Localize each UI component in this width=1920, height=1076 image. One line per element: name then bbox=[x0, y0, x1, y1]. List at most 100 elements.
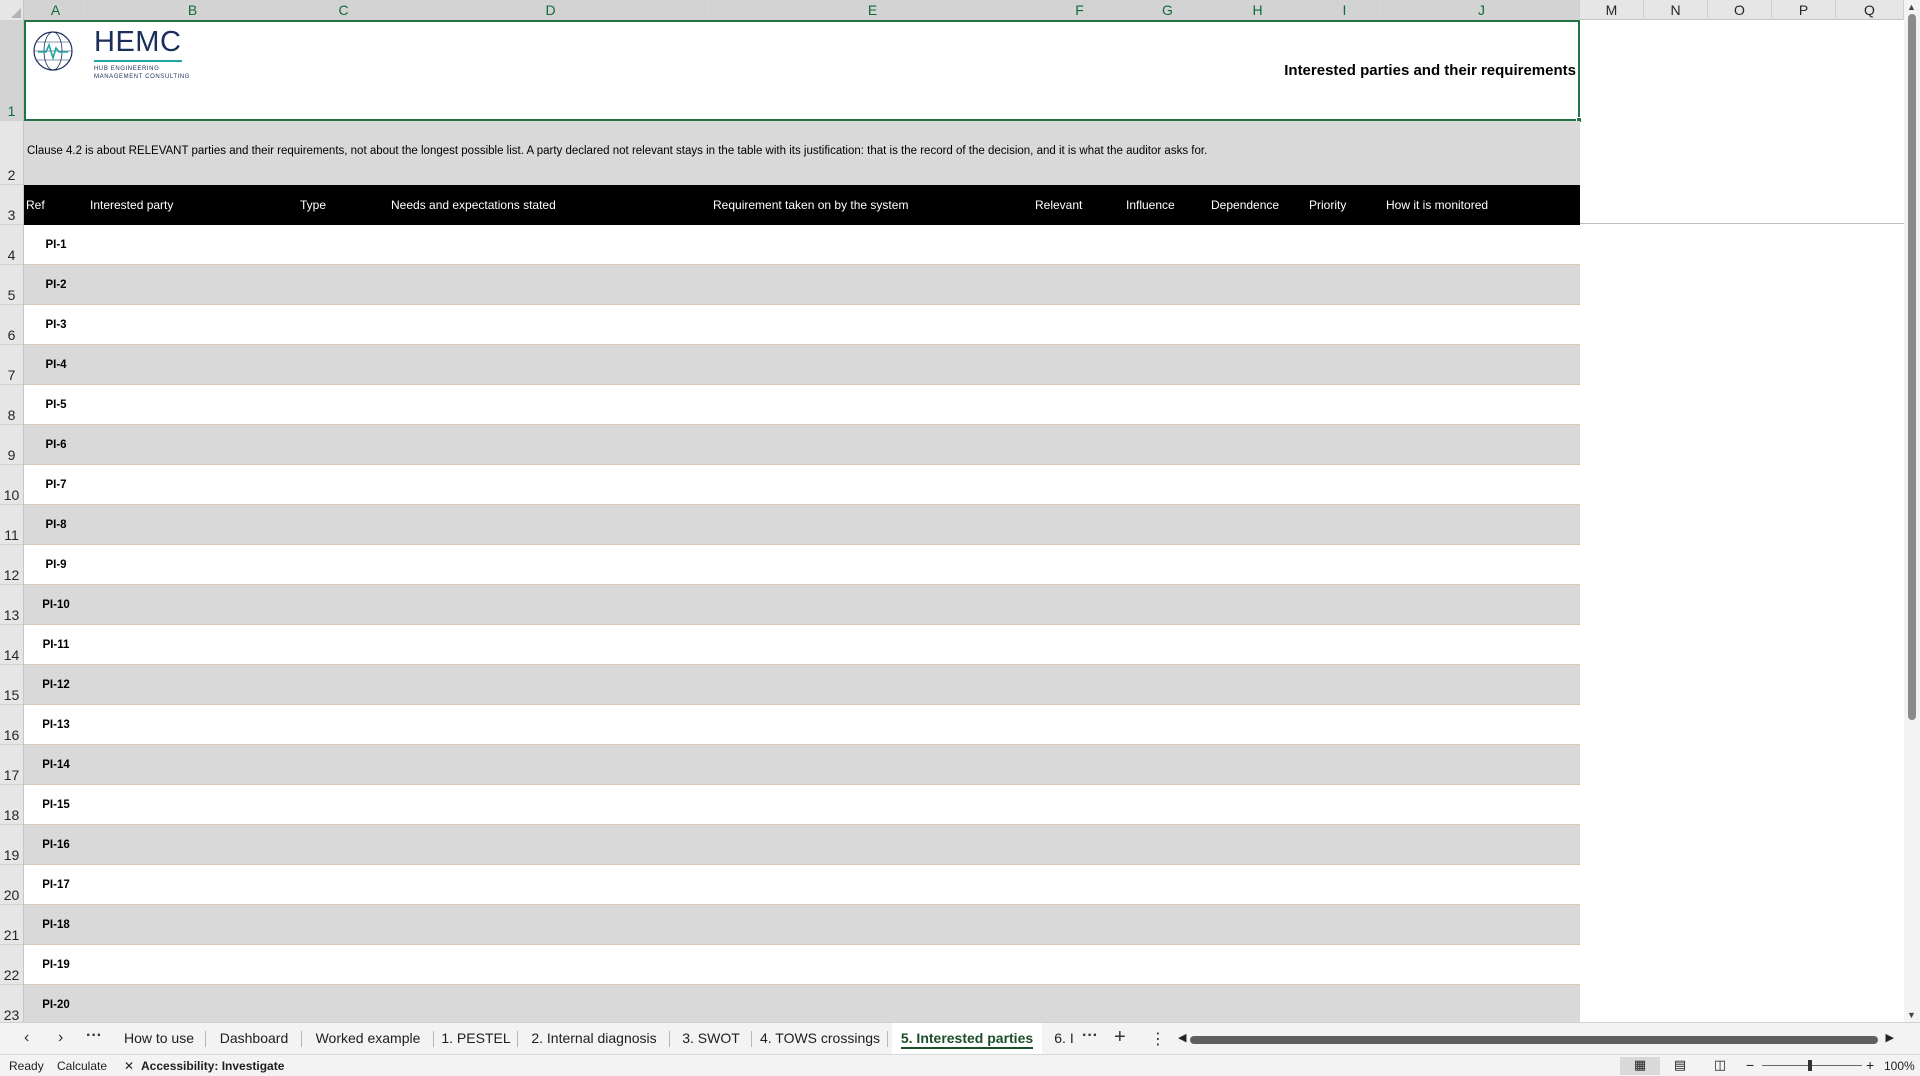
page-break-icon[interactable]: ◫ bbox=[1700, 1057, 1740, 1075]
title-cell-selected[interactable]: HEMC HUB ENGINEERING MANAGEMENT CONSULTI… bbox=[24, 20, 1582, 123]
table-row[interactable]: PI-3 bbox=[24, 305, 1580, 345]
row-header[interactable]: 5 bbox=[0, 265, 23, 305]
column-header-c[interactable]: C bbox=[298, 0, 390, 20]
table-row[interactable]: PI-14 bbox=[24, 745, 1580, 785]
zoom-slider[interactable] bbox=[1762, 1065, 1862, 1066]
row-header[interactable]: 2 bbox=[0, 121, 23, 185]
add-sheet-icon[interactable]: + bbox=[1114, 1026, 1126, 1049]
zoom-slider-knob[interactable] bbox=[1808, 1060, 1812, 1071]
column-header-h[interactable]: H bbox=[1210, 0, 1306, 20]
column-header-f[interactable]: F bbox=[1034, 0, 1126, 20]
ref-cell[interactable]: PI-9 bbox=[24, 545, 88, 585]
ref-cell[interactable]: PI-15 bbox=[24, 785, 88, 825]
page-layout-icon[interactable]: ▤ bbox=[1660, 1057, 1700, 1075]
table-row[interactable]: PI-12 bbox=[24, 665, 1580, 705]
ref-cell[interactable]: PI-11 bbox=[24, 625, 88, 665]
cell-grid[interactable]: HEMC HUB ENGINEERING MANAGEMENT CONSULTI… bbox=[24, 20, 1904, 1022]
table-row[interactable]: PI-8 bbox=[24, 505, 1580, 545]
tab-tows-crossings[interactable]: 4. TOWS crossings bbox=[752, 1023, 888, 1055]
status-calculate[interactable]: Calculate bbox=[57, 1059, 107, 1073]
column-header-o[interactable]: O bbox=[1708, 0, 1772, 20]
tab-internal-diagnosis[interactable]: 2. Internal diagnosis bbox=[518, 1023, 670, 1055]
column-header-d[interactable]: D bbox=[390, 0, 712, 20]
tab-pestel[interactable]: 1. PESTEL bbox=[434, 1023, 518, 1055]
row-header[interactable]: 3 bbox=[0, 185, 23, 225]
table-row[interactable]: PI-10 bbox=[24, 585, 1580, 625]
row-header[interactable]: 7 bbox=[0, 345, 23, 385]
row-header[interactable]: 9 bbox=[0, 425, 23, 465]
scroll-left-icon[interactable]: ◀ bbox=[1178, 1031, 1186, 1044]
next-sheet-icon[interactable]: › bbox=[58, 1029, 63, 1047]
tab-how-to-use[interactable]: How to use bbox=[112, 1023, 206, 1055]
table-row[interactable]: PI-18 bbox=[24, 905, 1580, 945]
table-row[interactable]: PI-15 bbox=[24, 785, 1580, 825]
row-header[interactable]: 11 bbox=[0, 505, 23, 545]
normal-view-icon[interactable]: ▦ bbox=[1620, 1057, 1660, 1075]
tab-worked-example[interactable]: Worked example bbox=[302, 1023, 434, 1055]
table-row[interactable]: PI-17 bbox=[24, 865, 1580, 905]
table-row[interactable]: PI-5 bbox=[24, 385, 1580, 425]
ref-cell[interactable]: PI-2 bbox=[24, 265, 88, 305]
row-header[interactable]: 14 bbox=[0, 625, 23, 665]
ref-cell[interactable]: PI-1 bbox=[24, 225, 88, 265]
ref-cell[interactable]: PI-17 bbox=[24, 865, 88, 905]
row-header[interactable]: 22 bbox=[0, 945, 23, 985]
row-header[interactable]: 10 bbox=[0, 465, 23, 505]
row-header[interactable]: 8 bbox=[0, 385, 23, 425]
row-header[interactable]: 18 bbox=[0, 785, 23, 825]
column-header-q[interactable]: Q bbox=[1836, 0, 1904, 20]
table-row[interactable]: PI-4 bbox=[24, 345, 1580, 385]
row-header[interactable]: 6 bbox=[0, 305, 23, 345]
ref-cell[interactable]: PI-8 bbox=[24, 505, 88, 545]
zoom-in-icon[interactable]: + bbox=[1866, 1057, 1874, 1073]
scroll-down-icon[interactable]: ▼ bbox=[1907, 1010, 1916, 1020]
table-row[interactable]: PI-6 bbox=[24, 425, 1580, 465]
more-sheets-icon[interactable]: ··· bbox=[86, 1027, 102, 1045]
column-header-a[interactable]: A bbox=[24, 0, 88, 20]
table-row[interactable]: PI-11 bbox=[24, 625, 1580, 665]
ref-cell[interactable]: PI-6 bbox=[24, 425, 88, 465]
zoom-level[interactable]: 100% bbox=[1884, 1059, 1915, 1073]
note-row[interactable]: Clause 4.2 is about RELEVANT parties and… bbox=[24, 121, 1580, 185]
ref-cell[interactable]: PI-3 bbox=[24, 305, 88, 345]
ref-cell[interactable]: PI-18 bbox=[24, 905, 88, 945]
vertical-scrollbar[interactable]: ▲ ▼ bbox=[1904, 0, 1920, 1022]
prev-sheet-icon[interactable]: ‹ bbox=[24, 1029, 29, 1047]
row-header[interactable]: 21 bbox=[0, 905, 23, 945]
ref-cell[interactable]: PI-14 bbox=[24, 745, 88, 785]
status-accessibility[interactable]: Accessibility: Investigate bbox=[141, 1059, 284, 1073]
ref-cell[interactable]: PI-10 bbox=[24, 585, 88, 625]
options-icon[interactable]: ⋮ bbox=[1150, 1029, 1166, 1049]
vertical-scroll-thumb[interactable] bbox=[1908, 14, 1916, 720]
select-all-button[interactable] bbox=[0, 0, 24, 20]
row-header[interactable]: 23 bbox=[0, 985, 23, 1022]
column-header-i[interactable]: I bbox=[1306, 0, 1384, 20]
table-row[interactable]: PI-1 bbox=[24, 225, 1580, 265]
table-row[interactable]: PI-2 bbox=[24, 265, 1580, 305]
column-header-j[interactable]: J bbox=[1384, 0, 1580, 20]
table-row[interactable]: PI-20 bbox=[24, 985, 1580, 1022]
table-row[interactable]: PI-13 bbox=[24, 705, 1580, 745]
tab-swot[interactable]: 3. SWOT bbox=[670, 1023, 752, 1055]
ref-cell[interactable]: PI-12 bbox=[24, 665, 88, 705]
table-row[interactable]: PI-7 bbox=[24, 465, 1580, 505]
ref-cell[interactable]: PI-13 bbox=[24, 705, 88, 745]
row-header[interactable]: 20 bbox=[0, 865, 23, 905]
table-row[interactable]: PI-19 bbox=[24, 945, 1580, 985]
column-header-m[interactable]: M bbox=[1580, 0, 1644, 20]
ref-cell[interactable]: PI-7 bbox=[24, 465, 88, 505]
column-header-b[interactable]: B bbox=[88, 0, 298, 20]
table-row[interactable]: PI-16 bbox=[24, 825, 1580, 865]
row-header[interactable]: 13 bbox=[0, 585, 23, 625]
column-header-g[interactable]: G bbox=[1126, 0, 1210, 20]
ref-cell[interactable]: PI-20 bbox=[24, 985, 88, 1022]
row-header[interactable]: 16 bbox=[0, 705, 23, 745]
tab-6[interactable]: 6. I bbox=[1046, 1023, 1082, 1055]
zoom-out-icon[interactable]: − bbox=[1746, 1057, 1754, 1073]
scroll-right-icon[interactable]: ▶ bbox=[1886, 1031, 1894, 1044]
row-header[interactable]: 19 bbox=[0, 825, 23, 865]
more-sheets-right-icon[interactable]: ··· bbox=[1082, 1027, 1098, 1045]
column-header-n[interactable]: N bbox=[1644, 0, 1708, 20]
column-header-p[interactable]: P bbox=[1772, 0, 1836, 20]
horizontal-scrollbar[interactable]: ◀ ▶ bbox=[1178, 1031, 1894, 1045]
